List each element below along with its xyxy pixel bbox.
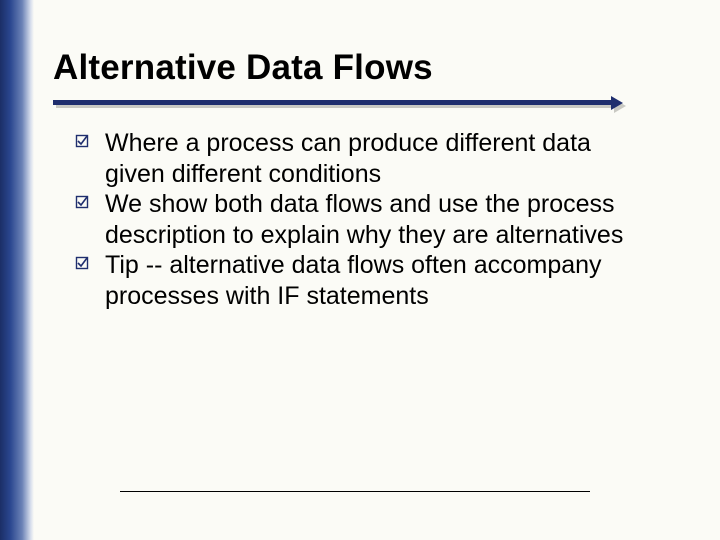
list-item: Tip -- alternative data flows often acco… bbox=[75, 250, 635, 311]
bullet-list: Where a process can produce different da… bbox=[75, 128, 635, 311]
slide-title: Alternative Data Flows bbox=[53, 48, 433, 88]
title-underline-arrow bbox=[53, 100, 613, 110]
list-item-text: Where a process can produce different da… bbox=[105, 129, 591, 188]
list-item: Where a process can produce different da… bbox=[75, 128, 635, 189]
checkbox-bullet-icon bbox=[75, 256, 89, 270]
list-item-text: Tip -- alternative data flows often acco… bbox=[105, 251, 602, 310]
list-item-text: We show both data flows and use the proc… bbox=[105, 190, 623, 249]
checkbox-bullet-icon bbox=[75, 134, 89, 148]
footer-divider bbox=[120, 491, 590, 492]
slide: Alternative Data Flows Where a process c… bbox=[0, 0, 720, 540]
left-gradient-sidebar bbox=[0, 0, 34, 540]
checkbox-bullet-icon bbox=[75, 195, 89, 209]
list-item: We show both data flows and use the proc… bbox=[75, 189, 635, 250]
